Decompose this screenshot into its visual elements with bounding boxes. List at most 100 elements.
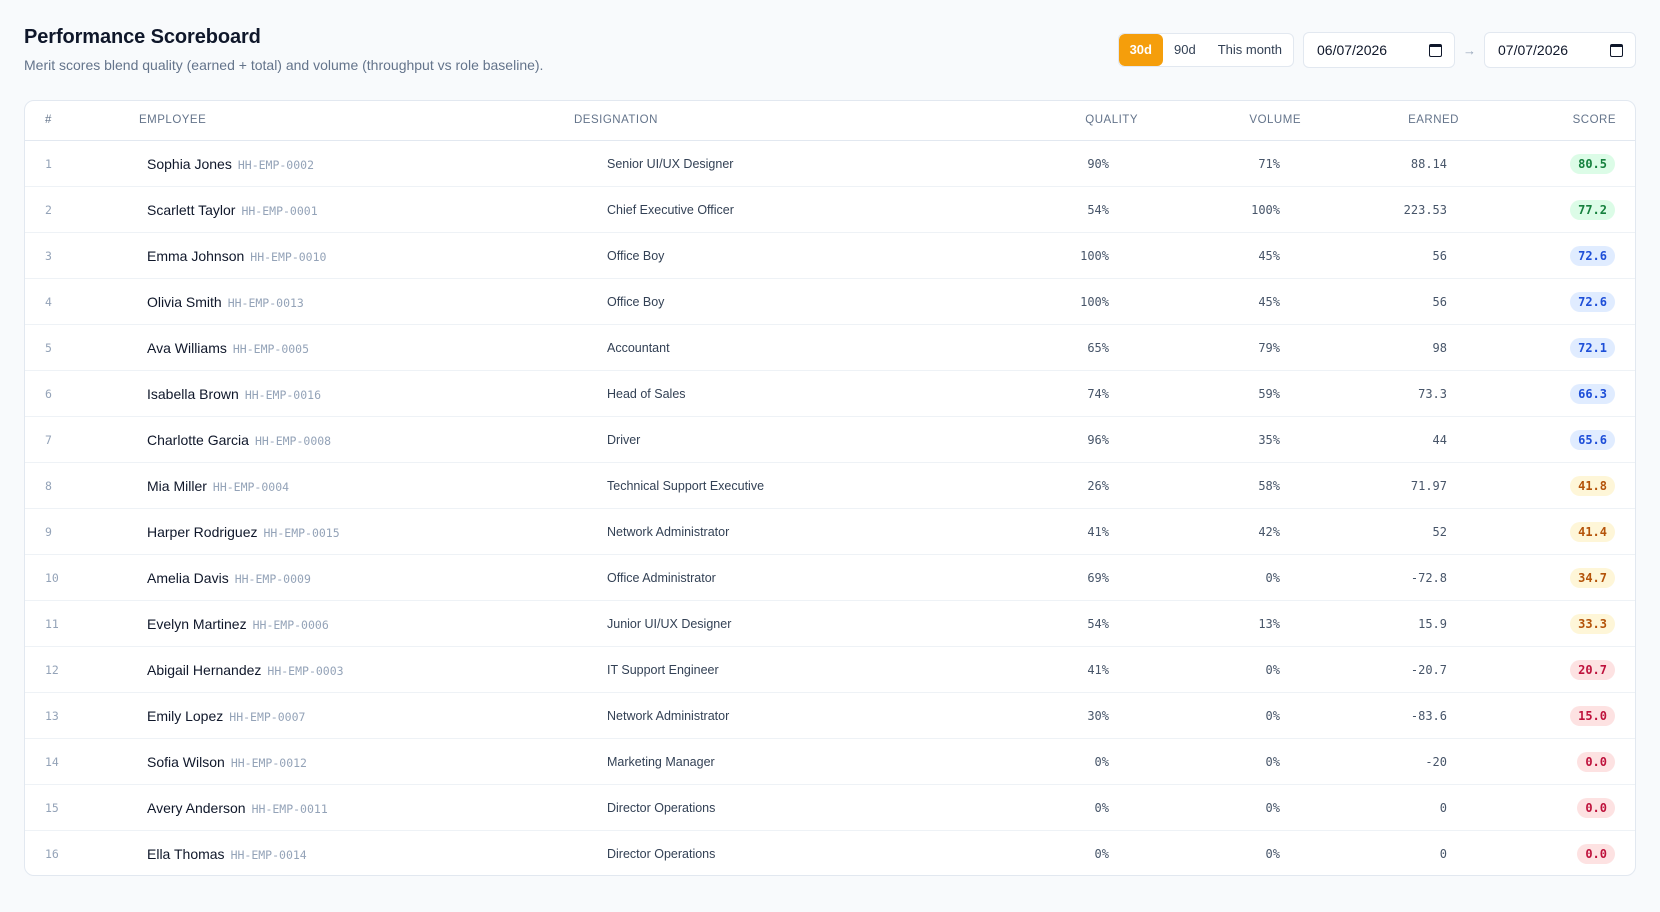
employee-name[interactable]: Isabella Brown [147, 386, 239, 402]
employee-cell: Avery Anderson HH-EMP-0011 [147, 785, 328, 832]
table-row[interactable]: 12 Abigail Hernandez HH-EMP-0003 IT Support… [25, 647, 1635, 693]
volume-cell: 42% [1258, 525, 1280, 539]
table-row[interactable]: 14 Sofia Wilson HH-EMP-0012 Marketing Manag… [25, 739, 1635, 785]
employee-name[interactable]: Olivia Smith [147, 294, 222, 310]
arrow-right-icon: → [1463, 42, 1476, 58]
designation-cell: Office Boy [607, 295, 665, 309]
employee-name[interactable]: Mia Miller [147, 478, 207, 494]
date-to-value: 07/07/2026 [1498, 42, 1569, 58]
employee-name[interactable]: Harper Rodriguez [147, 524, 258, 540]
volume-cell: 0% [1265, 709, 1280, 723]
score-badge: 65.6 [1570, 430, 1615, 450]
employee-name[interactable]: Amelia Davis [147, 570, 229, 586]
volume-cell: 59% [1258, 387, 1280, 401]
table-row[interactable]: 11 Evelyn Martinez HH-EMP-0006 Junior UI/UX… [25, 601, 1635, 647]
employee-id: HH-EMP-0016 [244, 388, 321, 402]
earned-cell: 0 [1439, 801, 1447, 815]
rank-cell: 15 [45, 801, 59, 815]
table-row[interactable]: 2 Scarlett Taylor HH-EMP-0001 Chief Executi… [25, 187, 1635, 233]
calendar-icon[interactable] [1429, 43, 1442, 57]
table-row[interactable]: 5 Ava Williams HH-EMP-0005 Accountant 65% 79%… [25, 325, 1635, 371]
table-row[interactable]: 10 Amelia Davis HH-EMP-0009 Office Administ… [25, 555, 1635, 601]
employee-cell: Emma Johnson HH-EMP-0010 [147, 233, 326, 280]
range-this-month-button[interactable]: This month [1207, 34, 1293, 66]
employee-name[interactable]: Abigail Hernandez [147, 662, 261, 678]
employee-id: HH-EMP-0008 [254, 434, 332, 448]
designation-cell: Network Administrator [607, 709, 730, 723]
table-row[interactable]: 9 Harper Rodriguez HH-EMP-0015 Network Admi… [25, 509, 1635, 555]
employee-id: HH-EMP-0010 [250, 250, 327, 264]
column-header-employee[interactable]: EMPLOYEE [139, 114, 206, 126]
designation-cell: IT Support Engineer [607, 663, 719, 677]
range-selector: 30d 90d This month [1117, 33, 1294, 67]
employee-id: HH-EMP-0004 [212, 480, 290, 494]
employee-cell: Mia Miller HH-EMP-0004 [147, 463, 289, 510]
column-header-designation[interactable]: DESIGNATION [574, 114, 658, 126]
earned-cell: 98 [1432, 341, 1447, 355]
employee-name[interactable]: Evelyn Martinez [147, 616, 247, 632]
volume-cell: 13% [1258, 617, 1280, 631]
earned-cell: -20.7 [1410, 663, 1447, 677]
volume-cell: 79% [1258, 341, 1280, 355]
quality-cell: 41% [1087, 663, 1109, 677]
score-badge: 66.3 [1570, 384, 1615, 404]
quality-cell: 26% [1087, 479, 1109, 493]
calendar-icon[interactable] [1610, 43, 1623, 57]
range-30d-button[interactable]: 30d [1118, 34, 1163, 66]
earned-cell: 0 [1439, 847, 1447, 861]
designation-cell: Junior UI/UX Designer [607, 617, 732, 631]
score-badge: 20.7 [1570, 660, 1615, 680]
designation-cell: Office Administrator [607, 571, 716, 585]
table-row[interactable]: 1 Sophia Jones HH-EMP-0002 Senior UI/UX Des… [25, 141, 1635, 187]
score-badge: 77.2 [1570, 200, 1615, 220]
employee-id: HH-EMP-0011 [251, 802, 328, 816]
employee-name[interactable]: Sofia Wilson [147, 754, 225, 770]
score-badge: 0.0 [1577, 752, 1615, 772]
table-row[interactable]: 13 Emily Lopez HH-EMP-0007 Network Administ… [25, 693, 1635, 739]
earned-cell: 44 [1432, 433, 1447, 447]
column-header-score[interactable]: SCORE [1573, 114, 1616, 126]
quality-cell: 100% [1080, 295, 1109, 309]
employee-name[interactable]: Ella Thomas [147, 846, 225, 862]
quality-cell: 0% [1094, 801, 1109, 815]
table-row[interactable]: 15 Avery Anderson HH-EMP-0011 Director Oper… [25, 785, 1635, 831]
earned-cell: -72.8 [1410, 571, 1447, 585]
score-cell: 33.3 [1570, 614, 1615, 634]
employee-name[interactable]: Emily Lopez [147, 708, 223, 724]
employee-name[interactable]: Sophia Jones [147, 156, 232, 172]
table-row[interactable]: 8 Mia Miller HH-EMP-0004 Technical Support … [25, 463, 1635, 509]
rank-cell: 2 [45, 203, 52, 217]
employee-id: HH-EMP-0012 [230, 756, 307, 770]
designation-cell: Director Operations [607, 801, 716, 815]
table-row[interactable]: 7 Charlotte Garcia HH-EMP-0008 Driver 96% 35%… [25, 417, 1635, 463]
column-header-rank[interactable]: # [45, 114, 52, 126]
table-row[interactable]: 4 Olivia Smith HH-EMP-0013 Office Boy 100% 45… [25, 279, 1635, 325]
employee-name[interactable]: Avery Anderson [147, 800, 246, 816]
volume-cell: 0% [1265, 801, 1280, 815]
column-header-volume[interactable]: VOLUME [1249, 114, 1301, 126]
score-badge: 80.5 [1570, 154, 1615, 174]
employee-cell: Ella Thomas HH-EMP-0014 [147, 831, 307, 875]
date-from-input[interactable]: 06/07/2026 [1303, 32, 1455, 68]
designation-cell: Network Administrator [607, 525, 730, 539]
column-header-earned[interactable]: EARNED [1408, 114, 1459, 126]
table-row[interactable]: 16 Ella Thomas HH-EMP-0014 Director Operati… [25, 831, 1635, 875]
score-cell: 66.3 [1570, 384, 1615, 404]
score-badge: 0.0 [1577, 844, 1615, 864]
column-header-quality[interactable]: QUALITY [1085, 114, 1138, 126]
employee-name[interactable]: Charlotte Garcia [147, 432, 249, 448]
designation-cell: Senior UI/UX Designer [607, 157, 734, 171]
employee-name[interactable]: Ava Williams [147, 340, 227, 356]
table-row[interactable]: 6 Isabella Brown HH-EMP-0016 Head of Sales 7… [25, 371, 1635, 417]
date-to-input[interactable]: 07/07/2026 [1484, 32, 1636, 68]
score-badge: 0.0 [1577, 798, 1615, 818]
employee-name[interactable]: Emma Johnson [147, 248, 244, 264]
employee-id: HH-EMP-0009 [234, 572, 311, 586]
employee-name[interactable]: Scarlett Taylor [147, 202, 235, 218]
earned-cell: -20 [1425, 755, 1447, 769]
rank-cell: 9 [45, 525, 52, 539]
employee-id: HH-EMP-0002 [237, 158, 315, 172]
range-90d-button[interactable]: 90d [1163, 34, 1207, 66]
score-cell: 15.0 [1570, 706, 1615, 726]
table-row[interactable]: 3 Emma Johnson HH-EMP-0010 Office Boy 100% 45… [25, 233, 1635, 279]
